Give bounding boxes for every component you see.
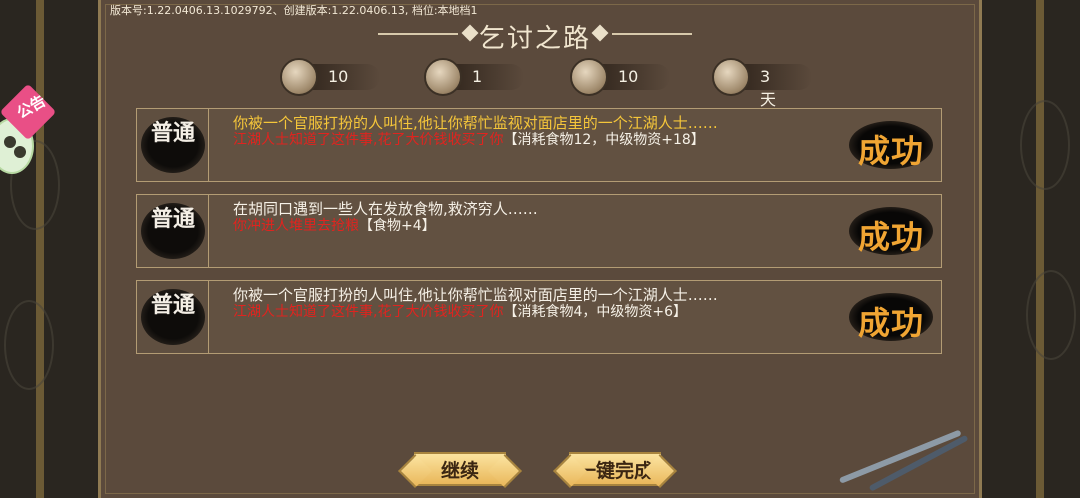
left-decor-panel	[0, 0, 100, 498]
calendar-days-icon	[712, 58, 750, 96]
event-card[interactable]: 普通 你被一个官服打扮的人叫住,他让你帮忙监视对面店里的一个江湖人士…… 江湖人…	[136, 280, 942, 354]
title-line-right	[612, 33, 692, 35]
right-decor-border	[1036, 0, 1044, 498]
gamepad-icon	[4, 136, 16, 148]
result-stamp: 成功	[843, 201, 939, 259]
left-decor-border	[36, 0, 44, 498]
resource-value: 1	[472, 67, 483, 86]
event-card[interactable]: 普通 在胡同口遇到一些人在发放食物,救济穷人…… 你冲进人堆里去抢粮【食物+4】…	[136, 194, 942, 268]
outcome-reward: 【食物+4】	[359, 218, 436, 234]
rarity-label: 普通	[150, 206, 195, 232]
continue-button[interactable]: 继续	[414, 452, 506, 486]
right-decor-panel	[980, 0, 1080, 498]
rarity-badge: 普通	[137, 109, 209, 181]
result-label: 成功	[857, 218, 924, 256]
title-header: 乞讨之路	[370, 16, 700, 54]
resource-value: 10	[328, 67, 349, 86]
event-card[interactable]: 普通 你被一个官服打扮的人叫住,他让你帮忙监视对面店里的一个江湖人士…… 江湖人…	[136, 108, 942, 182]
rarity-label: 普通	[150, 120, 195, 146]
result-label: 成功	[857, 304, 924, 342]
resource-value: 3天	[760, 67, 777, 109]
food-bowl-icon	[424, 58, 462, 96]
cloud-swirl-decor	[1020, 100, 1070, 190]
complete-all-button[interactable]: 一键完成	[569, 452, 661, 486]
outcome-text: 江湖人士知道了这件事,花了大价钱收买了你	[233, 304, 504, 320]
rarity-badge: 普通	[137, 281, 209, 353]
scroll-icon	[280, 58, 318, 96]
event-outcome: 江湖人士知道了这件事,花了大价钱收买了你【消耗食物4，中级物资+6】	[233, 301, 687, 321]
bandage-icon	[570, 58, 608, 96]
result-stamp: 成功	[843, 287, 939, 345]
result-stamp: 成功	[843, 115, 939, 173]
event-outcome: 你冲进人堆里去抢粮【食物+4】	[233, 215, 436, 235]
outcome-reward: 【消耗食物12，中级物资+18】	[503, 132, 705, 148]
event-outcome: 江湖人士知道了这件事,花了大价钱收买了你【消耗食物12，中级物资+18】	[233, 129, 705, 149]
cloud-swirl-decor	[4, 300, 54, 390]
outcome-reward: 【消耗食物4，中级物资+6】	[503, 304, 687, 320]
rarity-badge: 普通	[137, 195, 209, 267]
cloud-swirl-decor	[1026, 270, 1076, 360]
resource-value: 10	[618, 67, 639, 86]
outcome-text: 你冲进人堆里去抢粮	[233, 218, 359, 234]
result-label: 成功	[857, 132, 924, 170]
rarity-label: 普通	[150, 292, 195, 318]
outcome-text: 江湖人士知道了这件事,花了大价钱收买了你	[233, 132, 504, 148]
page-title: 乞讨之路	[478, 24, 591, 54]
